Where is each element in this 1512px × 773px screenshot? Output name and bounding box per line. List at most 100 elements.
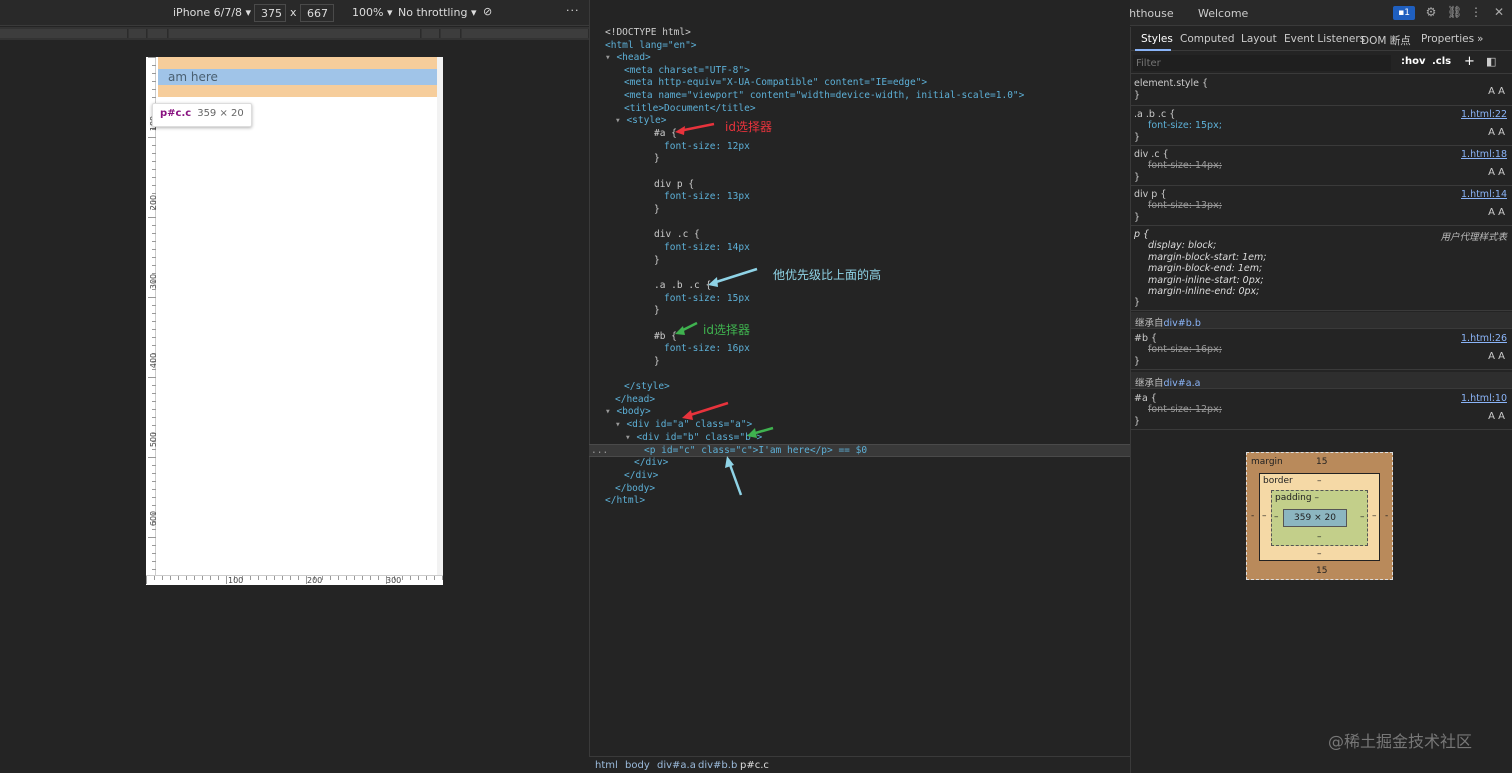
green-arrowhead-2 bbox=[747, 428, 757, 438]
box-border-top[interactable]: – bbox=[1317, 476, 1322, 486]
ruler-left: 100200300400500600 bbox=[146, 57, 159, 585]
styles-filter-input[interactable] bbox=[1133, 55, 1391, 71]
rule-div-c-source-link[interactable]: 1.html:18 bbox=[1461, 149, 1507, 160]
more-options-icon[interactable]: ··· bbox=[566, 4, 580, 17]
ua-prop-1: margin-block-start: 1em; bbox=[1148, 251, 1267, 263]
box-margin-right[interactable]: - bbox=[1385, 511, 1388, 521]
font-editor-icon[interactable]: A A bbox=[1488, 207, 1505, 218]
box-border-left[interactable]: – bbox=[1262, 511, 1267, 521]
zoom-select[interactable]: 100% ▾ bbox=[352, 6, 392, 19]
toggle-sidebar-icon[interactable]: ◧ bbox=[1486, 55, 1496, 68]
ruler-bottom-label: 100 bbox=[228, 576, 244, 585]
ua-selector: p { bbox=[1134, 229, 1150, 240]
rule-abc-selector[interactable]: .a .b .c { bbox=[1134, 109, 1175, 121]
box-border-right[interactable]: – bbox=[1372, 511, 1377, 521]
ua-prop-0: display: block; bbox=[1148, 240, 1217, 251]
close-icon[interactable]: ✕ bbox=[1492, 5, 1506, 19]
media-query-bar[interactable] bbox=[0, 27, 589, 40]
devtools-tab-9[interactable]: Welcome bbox=[1198, 7, 1248, 20]
ruler-tick bbox=[418, 576, 419, 580]
styles-tab-5[interactable]: Properties bbox=[1421, 33, 1474, 45]
styles-tab-1[interactable]: Computed bbox=[1180, 33, 1235, 45]
rule-div-p-source-link[interactable]: 1.html:14 bbox=[1461, 189, 1507, 200]
breadcrumb-item-3[interactable]: div#b.b bbox=[698, 760, 737, 771]
rule-b-prop[interactable]: font-size: 16px; bbox=[1148, 344, 1222, 356]
box-content[interactable]: 359 × 20 bbox=[1283, 509, 1347, 527]
throttling-select[interactable]: No throttling ▾ bbox=[398, 6, 476, 19]
inherited-element-link[interactable]: div#a.a bbox=[1164, 378, 1201, 389]
ruler-tick bbox=[152, 257, 156, 258]
new-rule-button[interactable]: + bbox=[1464, 54, 1475, 69]
box-padding-right[interactable]: – bbox=[1360, 512, 1365, 522]
ruler-tick bbox=[152, 289, 156, 290]
device-select[interactable]: iPhone 6/7/8 ▾ bbox=[173, 6, 251, 19]
more-icon[interactable]: ⋮ bbox=[1469, 5, 1483, 19]
rule-b-source-link[interactable]: 1.html:26 bbox=[1461, 333, 1507, 344]
rule-a-prop[interactable]: font-size: 12px; bbox=[1148, 404, 1222, 416]
settings-gear-icon[interactable]: ⚙ bbox=[1424, 5, 1438, 19]
ruler-tick bbox=[170, 576, 171, 580]
rule-close-brace: } bbox=[1134, 172, 1141, 183]
hov-toggle[interactable]: :hov bbox=[1401, 56, 1426, 67]
rule-div-p: div p { font-size: 13px; } 1.html:14 A A bbox=[1131, 186, 1512, 226]
ruler-tick bbox=[152, 561, 156, 562]
cls-toggle[interactable]: .cls bbox=[1432, 56, 1451, 67]
box-border-bottom[interactable]: – bbox=[1317, 549, 1322, 559]
height-input[interactable]: 667 bbox=[300, 4, 334, 22]
breadcrumb-item-1[interactable]: body bbox=[625, 760, 650, 771]
ruler-tick bbox=[152, 313, 156, 314]
breadcrumb-item-4[interactable]: p#c.c bbox=[740, 760, 769, 771]
ruler-left-label: 600 bbox=[149, 510, 159, 527]
box-padding-left[interactable]: – bbox=[1274, 512, 1279, 522]
box-padding-label: padding – bbox=[1275, 493, 1319, 503]
font-editor-icon[interactable]: A A bbox=[1488, 411, 1505, 422]
rule-a-selector[interactable]: #a { bbox=[1134, 393, 1157, 405]
box-padding-bottom[interactable]: – bbox=[1317, 532, 1322, 542]
rule-abc-source-link[interactable]: 1.html:22 bbox=[1461, 109, 1507, 120]
styles-active-tab-indicator bbox=[1135, 49, 1171, 51]
breadcrumb-item-2[interactable]: div#a.a bbox=[657, 760, 696, 771]
ruler-tick bbox=[152, 73, 156, 74]
box-padding: padding – – – – 359 × 20 bbox=[1271, 490, 1368, 546]
rule-abc-prop[interactable]: font-size: 15px; bbox=[1148, 120, 1222, 132]
element-style-selector[interactable]: element.style { bbox=[1134, 78, 1208, 90]
ruler-tick bbox=[152, 225, 156, 226]
font-editor-icon[interactable]: A A bbox=[1488, 86, 1505, 97]
more-tabs-chevron-icon[interactable]: » bbox=[1477, 33, 1483, 45]
rotate-icon[interactable]: ⊘ bbox=[483, 5, 492, 18]
ruler-tick bbox=[154, 576, 155, 580]
breadcrumb-item-0[interactable]: html bbox=[595, 760, 618, 771]
rule-a-source-link[interactable]: 1.html:10 bbox=[1461, 393, 1507, 404]
styles-tab-2[interactable]: Layout bbox=[1241, 33, 1277, 45]
styles-tab-0[interactable]: Styles bbox=[1141, 33, 1173, 45]
ua-prop-4: margin-inline-end: 0px; bbox=[1148, 286, 1260, 297]
rule-div-c-prop[interactable]: font-size: 14px; bbox=[1148, 160, 1222, 172]
inherited-from-div-b: 继承自div#b.b bbox=[1131, 312, 1512, 329]
ruler-tick bbox=[250, 576, 251, 580]
ruler-tick bbox=[274, 576, 275, 580]
ruler-tick bbox=[338, 576, 339, 580]
customize-icon[interactable]: ⛓ bbox=[1447, 5, 1462, 19]
rule-div-p-selector[interactable]: div p { bbox=[1134, 189, 1166, 201]
styles-tab-3[interactable]: Event Listeners bbox=[1284, 33, 1365, 45]
issues-badge[interactable]: ▪1 bbox=[1393, 6, 1415, 20]
cyan-arrow-2 bbox=[727, 461, 743, 496]
font-editor-icon[interactable]: A A bbox=[1488, 127, 1505, 138]
throttling-value: No throttling bbox=[398, 6, 468, 19]
rule-div-p-prop[interactable]: font-size: 13px; bbox=[1148, 200, 1222, 212]
font-editor-icon[interactable]: A A bbox=[1488, 351, 1505, 362]
box-model-diagram[interactable]: margin 15 15 - - border – – – – padding … bbox=[1246, 452, 1393, 580]
box-margin-left[interactable]: - bbox=[1251, 511, 1254, 521]
rule-close-brace: } bbox=[1134, 297, 1141, 308]
styles-tab-4[interactable]: DOM 断点 bbox=[1361, 33, 1411, 48]
rule-b-selector[interactable]: #b { bbox=[1134, 333, 1157, 345]
inherited-element-link[interactable]: div#b.b bbox=[1164, 318, 1201, 329]
ruler-tick bbox=[148, 217, 156, 218]
rule-div-c-selector[interactable]: div .c { bbox=[1134, 149, 1169, 161]
box-margin-top[interactable]: 15 bbox=[1316, 457, 1327, 467]
width-input[interactable]: 375 bbox=[254, 4, 286, 22]
box-margin-bottom[interactable]: 15 bbox=[1316, 566, 1327, 576]
font-editor-icon[interactable]: A A bbox=[1488, 167, 1505, 178]
device-viewport[interactable]: am here 100 200 300 400 500 600 100 200 300 bbox=[146, 57, 443, 585]
ruler-tick bbox=[152, 193, 156, 194]
